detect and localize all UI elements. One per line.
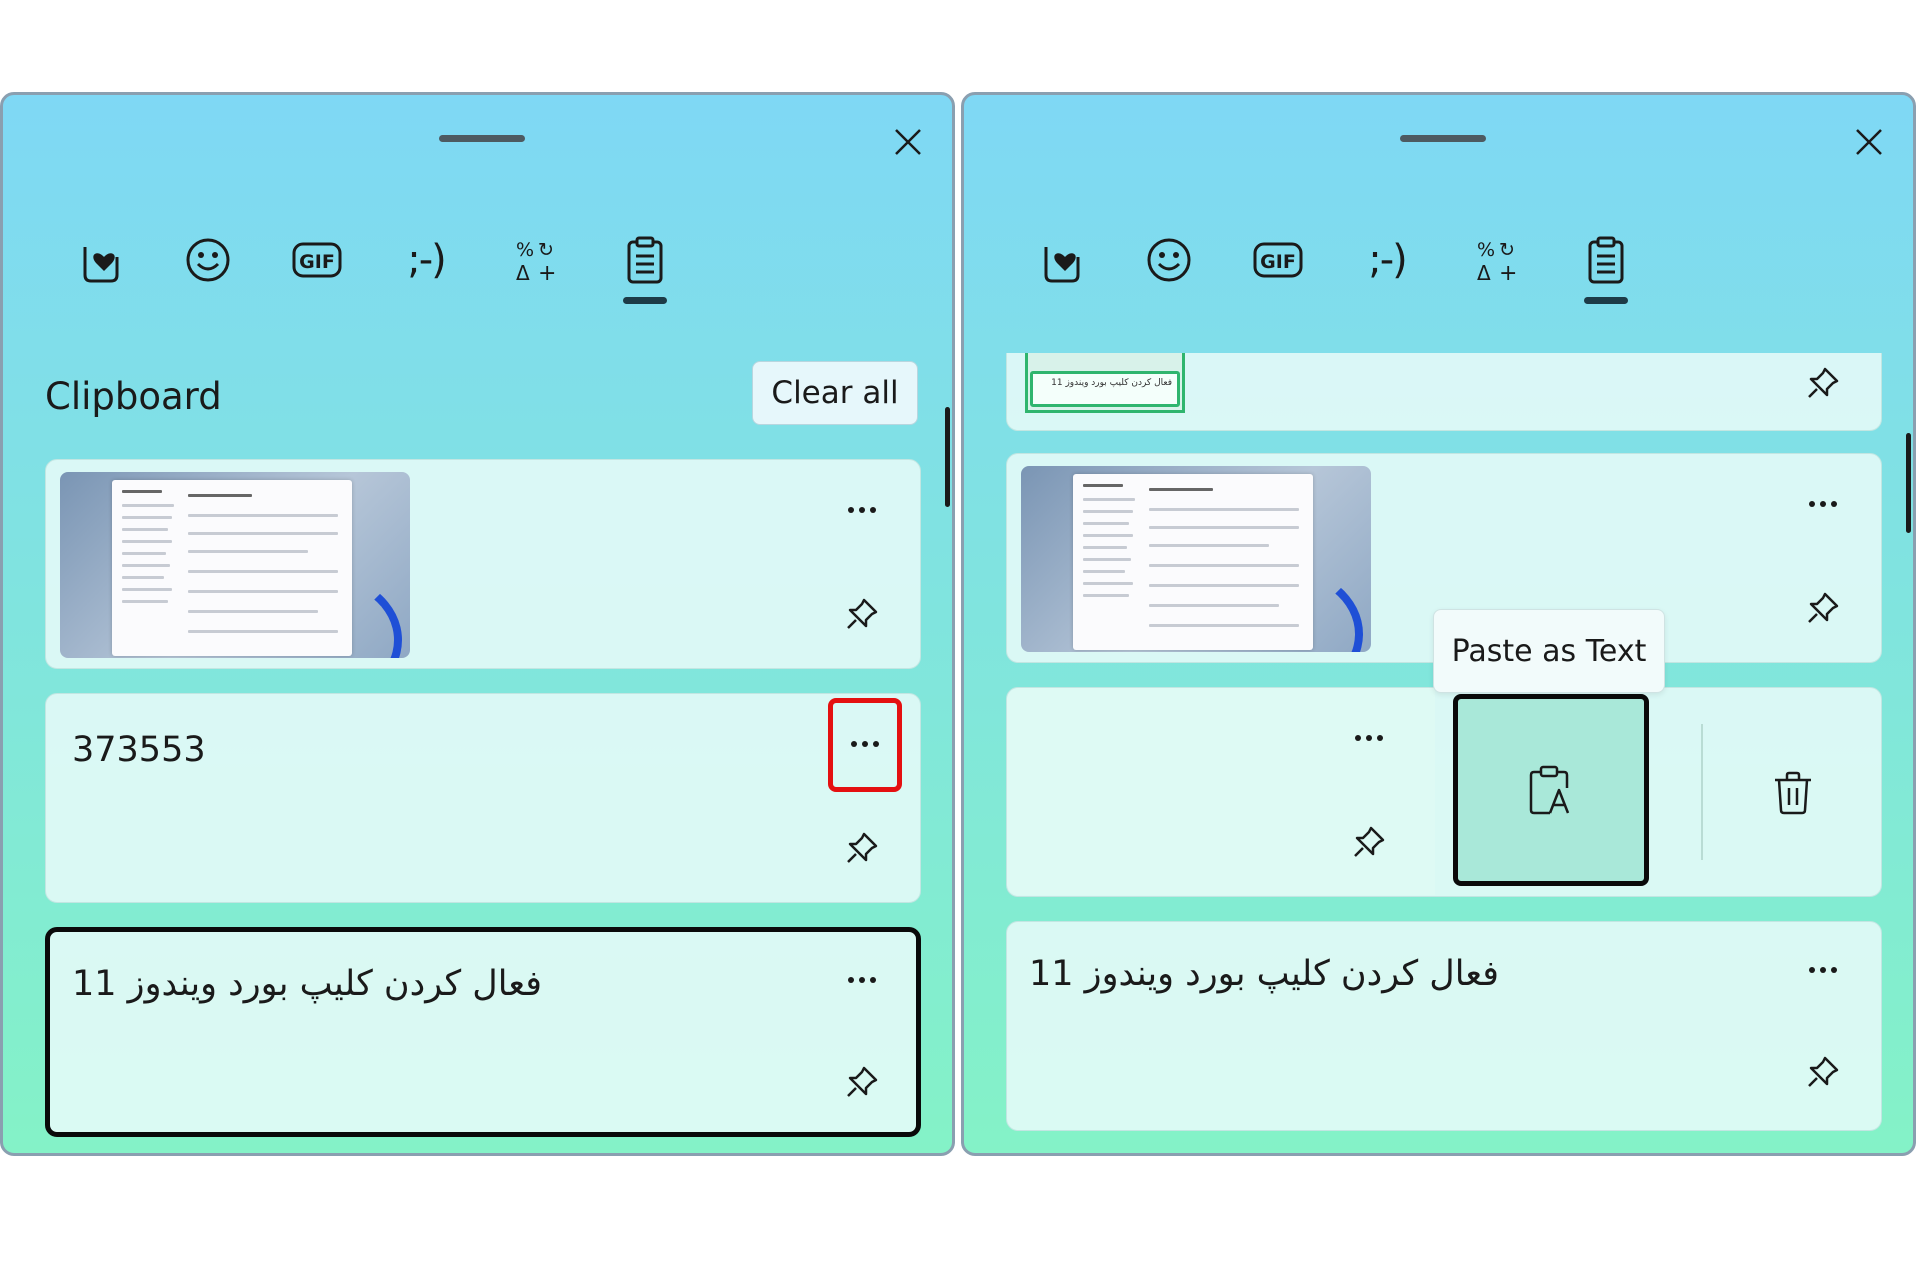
smiley-icon — [1147, 238, 1191, 282]
clipboard-item-expanded[interactable] — [1006, 687, 1882, 897]
pin-icon — [847, 832, 878, 863]
clipboard-item-text-content: 373553 — [72, 730, 206, 770]
heart-card-icon — [83, 247, 119, 283]
svg-text:%: % — [516, 239, 534, 261]
svg-text:GIF: GIF — [1260, 251, 1296, 273]
close-icon — [1856, 129, 1882, 155]
pin-icon — [847, 598, 878, 629]
clipboard-item-text[interactable]: 373553 — [45, 693, 921, 903]
tab-favorites[interactable] — [61, 221, 139, 299]
svg-text:%: % — [1477, 239, 1495, 261]
pin-icon — [1808, 592, 1839, 623]
clipboard-item-partial[interactable]: فعال کردن کلیپ بورد ویندوز 11 — [1006, 353, 1882, 431]
more-options-button[interactable] — [1795, 942, 1851, 998]
paste-as-text-button[interactable] — [1453, 694, 1649, 886]
svg-text:↻: ↻ — [1499, 239, 1515, 261]
pin-button[interactable] — [1795, 355, 1851, 411]
tab-gif[interactable]: GIF — [278, 221, 356, 299]
tab-emoji[interactable] — [1130, 221, 1208, 299]
gif-icon: GIF — [1253, 242, 1303, 278]
svg-text:↻: ↻ — [538, 239, 554, 261]
svg-text:+: + — [1499, 261, 1517, 284]
symbols-icon: % ↻ Δ + — [1477, 239, 1517, 284]
kaomoji-icon: ;-) — [1368, 237, 1407, 283]
clipboard-item-text-content: فعال کردن کلیپ بورد ویندوز 11 — [1029, 954, 1500, 994]
ellipsis-icon — [1809, 501, 1837, 507]
ellipsis-icon — [848, 977, 876, 983]
tab-kaomoji[interactable]: ;-) — [1348, 221, 1426, 299]
close-icon — [895, 129, 921, 155]
screenshot-thumbnail — [60, 472, 410, 658]
delete-button[interactable] — [1723, 718, 1863, 868]
pin-icon — [1354, 826, 1385, 857]
tab-favorites[interactable] — [1022, 221, 1100, 299]
clipboard-item-text-content: فعال کردن کلیپ بورد ویندوز 11 — [72, 964, 543, 1004]
clipboard-item-text-focused[interactable]: فعال کردن کلیپ بورد ویندوز 11 — [45, 927, 921, 1137]
svg-text:Δ: Δ — [1477, 261, 1491, 284]
ellipsis-icon — [1355, 735, 1383, 741]
pin-button[interactable] — [1795, 580, 1851, 636]
clipboard-panel-left: GIF ;-) % ↻ Δ + Clipboard Clear all 3735… — [0, 92, 955, 1156]
ellipsis-icon — [851, 741, 879, 747]
divider — [1701, 724, 1703, 860]
svg-text:Δ: Δ — [516, 261, 530, 284]
clipboard-item-text[interactable]: فعال کردن کلیپ بورد ویندوز 11 — [1006, 921, 1882, 1131]
pin-button[interactable] — [834, 1054, 890, 1110]
active-tab-indicator — [1584, 297, 1628, 304]
heart-card-icon — [1044, 247, 1080, 283]
more-options-button[interactable] — [837, 716, 893, 772]
symbols-icon: % ↻ Δ + — [516, 239, 556, 284]
tab-kaomoji[interactable]: ;-) — [387, 221, 465, 299]
pin-icon — [1808, 1056, 1839, 1087]
close-button[interactable] — [1844, 117, 1894, 167]
scrollbar[interactable] — [1906, 433, 1911, 533]
ellipsis-icon — [848, 507, 876, 513]
tab-gif[interactable]: GIF — [1239, 221, 1317, 299]
more-options-button[interactable] — [1795, 476, 1851, 532]
tab-emoji[interactable] — [169, 221, 247, 299]
drag-handle[interactable] — [1400, 135, 1486, 142]
pin-button[interactable] — [834, 586, 890, 642]
clipboard-icon — [627, 236, 663, 284]
tab-clipboard[interactable] — [606, 221, 684, 299]
screenshot-thumbnail — [1021, 466, 1371, 652]
svg-text:+: + — [538, 261, 556, 284]
scrollbar[interactable] — [945, 407, 950, 507]
pin-button[interactable] — [1341, 814, 1397, 870]
partial-thumbnail: فعال کردن کلیپ بورد ویندوز 11 — [1025, 353, 1185, 413]
clear-all-button[interactable]: Clear all — [752, 361, 918, 425]
pin-button[interactable] — [834, 820, 890, 876]
clipboard-text-icon — [1529, 765, 1570, 815]
pin-button[interactable] — [1795, 1044, 1851, 1100]
mini-clipboard-item: فعال کردن کلیپ بورد ویندوز 11 — [1030, 371, 1180, 407]
ellipsis-icon — [1809, 967, 1837, 973]
active-tab-indicator — [623, 297, 667, 304]
more-options-button[interactable] — [834, 482, 890, 538]
tab-clipboard[interactable] — [1567, 221, 1645, 299]
tab-symbols[interactable]: % ↻ Δ + — [497, 221, 575, 299]
tab-symbols[interactable]: % ↻ Δ + — [1458, 221, 1536, 299]
gif-icon: GIF — [292, 242, 342, 278]
clipboard-item-image[interactable] — [45, 459, 921, 669]
mini-item-text: فعال کردن کلیپ بورد ویندوز 11 — [1051, 378, 1172, 388]
paste-as-text-tooltip: Paste as Text — [1433, 609, 1665, 693]
smiley-icon — [186, 238, 230, 282]
pin-icon — [847, 1066, 878, 1097]
pin-icon — [1808, 367, 1839, 398]
more-options-button[interactable] — [834, 952, 890, 1008]
more-options-button[interactable] — [1341, 710, 1397, 766]
svg-text:GIF: GIF — [299, 251, 335, 273]
page-title: Clipboard — [45, 375, 222, 418]
clipboard-icon — [1588, 236, 1624, 284]
close-button[interactable] — [883, 117, 933, 167]
drag-handle[interactable] — [439, 135, 525, 142]
trash-icon — [1775, 771, 1811, 815]
clipboard-panel-right: GIF ;-) % ↻ Δ + فعال کردن کلیپ بورد ویند… — [961, 92, 1916, 1156]
kaomoji-icon: ;-) — [407, 237, 446, 283]
